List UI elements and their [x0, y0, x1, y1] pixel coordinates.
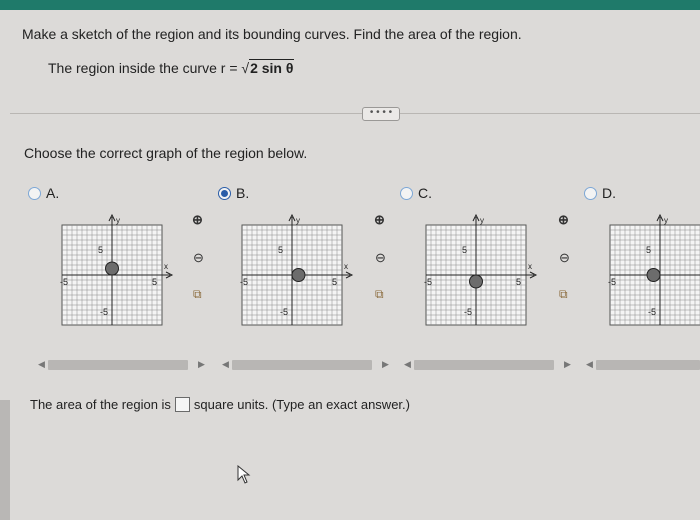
x-tick-label: -5: [240, 277, 248, 287]
x-axis-label: x: [344, 262, 348, 271]
external-link-icon[interactable]: ⧉: [375, 287, 384, 302]
answer-prefix: The area of the region is: [30, 397, 171, 412]
zoom-in-icon[interactable]: ⊕: [558, 212, 569, 228]
region-disk: [291, 268, 306, 282]
y-tick-label: -5: [100, 307, 108, 317]
y-tick-label: 5: [462, 245, 467, 255]
sqrt-symbol: √: [241, 60, 250, 76]
x-axis-label: x: [528, 262, 532, 271]
radio-d[interactable]: [584, 186, 597, 200]
region-description: The region inside the curve r = √2 sin θ: [48, 59, 295, 76]
option-d-label: D.: [602, 185, 616, 201]
external-link-icon[interactable]: ⧉: [193, 287, 202, 302]
x-tick-label: 5: [152, 277, 157, 287]
region-disk: [469, 274, 483, 289]
graph-a: 5 -5 -5 5 y x: [60, 213, 174, 326]
question-text: Make a sketch of the region and its boun…: [22, 26, 522, 42]
region-prefix: The region inside the curve r =: [48, 60, 238, 76]
x-tick-label: -5: [60, 277, 68, 287]
top-accent-bar: [0, 0, 700, 10]
scrollbar-d[interactable]: [596, 360, 700, 370]
y-tick-label: 5: [98, 245, 103, 255]
y-tick-label: 5: [646, 245, 651, 255]
y-axis-label: y: [116, 216, 120, 225]
scroll-right-icon[interactable]: ▶: [564, 359, 571, 370]
region-disk: [646, 268, 661, 282]
option-b-label: B.: [236, 185, 250, 201]
scrollbar-c[interactable]: [414, 360, 554, 370]
y-axis-label: y: [296, 216, 300, 225]
x-tick-label: -5: [424, 277, 432, 287]
x-tick-label: 5: [332, 277, 337, 287]
option-c-label: C.: [418, 185, 432, 201]
graph-d: 5-5-55yx: [608, 213, 700, 326]
option-c[interactable]: C.: [400, 185, 432, 201]
option-d[interactable]: D.: [584, 185, 616, 201]
y-tick-label: -5: [648, 307, 656, 317]
radio-a[interactable]: [28, 186, 41, 200]
zoom-in-icon[interactable]: ⊕: [374, 212, 385, 228]
answer-row: The area of the region is square units. …: [30, 397, 410, 412]
zoom-out-icon[interactable]: ⊖: [375, 250, 386, 266]
graph-c: 5 -5 -5 5 y x: [424, 213, 538, 326]
divider: [10, 113, 700, 114]
scroll-right-icon[interactable]: ▶: [382, 359, 389, 370]
radio-b[interactable]: [218, 186, 231, 200]
y-tick-label: -5: [464, 307, 472, 317]
y-axis-label: y: [664, 216, 668, 225]
scroll-left-icon[interactable]: ◀: [38, 359, 45, 370]
scrollbar-a[interactable]: [48, 360, 188, 370]
scroll-left-icon[interactable]: ◀: [222, 359, 229, 370]
y-tick-label: -5: [280, 307, 288, 317]
scroll-left-icon[interactable]: ◀: [586, 359, 593, 370]
graph-b: 5 -5 -5 5 y x: [240, 213, 354, 326]
scroll-right-icon[interactable]: ▶: [198, 359, 205, 370]
y-axis-label: y: [480, 216, 484, 225]
answer-input[interactable]: [174, 397, 190, 412]
radio-c[interactable]: [400, 186, 413, 200]
option-a[interactable]: A.: [28, 185, 59, 201]
external-link-icon[interactable]: ⧉: [559, 287, 568, 302]
zoom-in-icon[interactable]: ⊕: [192, 212, 203, 228]
zoom-out-icon[interactable]: ⊖: [559, 250, 570, 266]
choose-prompt: Choose the correct graph of the region b…: [24, 145, 308, 161]
mouse-cursor-icon: [237, 465, 251, 484]
region-disk: [105, 261, 119, 276]
zoom-out-icon[interactable]: ⊖: [193, 250, 204, 266]
scrollbar-b[interactable]: [232, 360, 372, 370]
answer-suffix: square units. (Type an exact answer.): [193, 397, 410, 412]
option-a-label: A.: [46, 185, 60, 201]
option-b[interactable]: B.: [218, 185, 249, 201]
left-edge-strip: [0, 400, 10, 520]
scroll-left-icon[interactable]: ◀: [404, 359, 411, 370]
x-tick-label: -5: [608, 277, 616, 287]
x-axis-label: x: [164, 262, 168, 271]
region-radicand: 2 sin θ: [249, 59, 295, 76]
x-tick-label: 5: [516, 277, 521, 287]
y-tick-label: 5: [278, 245, 283, 255]
more-button[interactable]: • • • •: [362, 107, 400, 121]
